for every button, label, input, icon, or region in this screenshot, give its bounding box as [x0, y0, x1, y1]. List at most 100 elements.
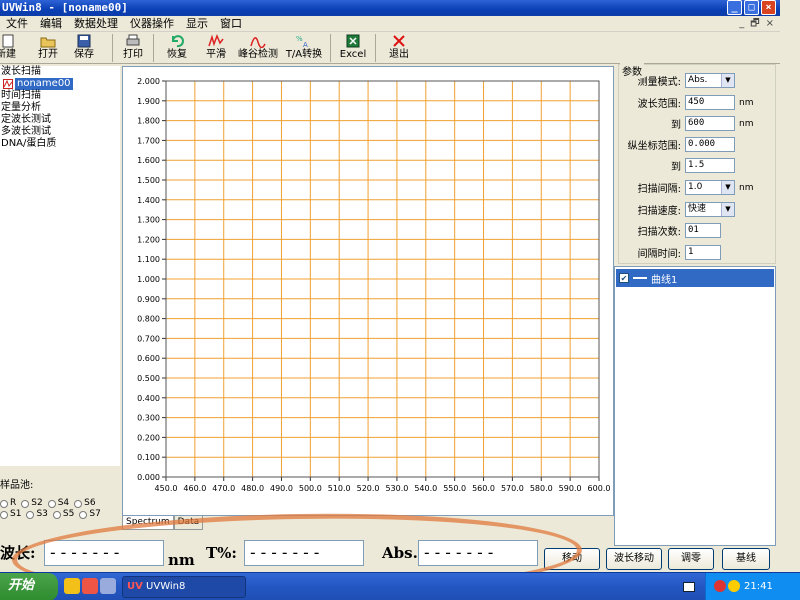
- scan-interval-select[interactable]: 1.0 ▼: [685, 180, 735, 195]
- menu-edit[interactable]: 编辑: [34, 16, 68, 32]
- radio-s1-label: S1: [10, 509, 22, 519]
- tray-network-icon[interactable]: [714, 580, 726, 592]
- close-button[interactable]: ×: [761, 0, 776, 15]
- x-tick-label: 480.0: [241, 484, 264, 493]
- spectrum-chart-panel[interactable]: 450.0 460.0 470.0 480.0 490.0 500.0 510.0 520.0…: [122, 66, 614, 516]
- save-button[interactable]: 保存: [66, 32, 102, 64]
- radio-s1[interactable]: S1: [0, 509, 21, 520]
- print-button[interactable]: 打印: [116, 32, 150, 64]
- wavelength-from-input[interactable]: 450: [685, 95, 735, 110]
- svg-text:A: A: [303, 41, 308, 48]
- y-tick-label: 0.100: [137, 453, 160, 462]
- interval-time-row: 间隔时间: 1: [619, 245, 721, 260]
- wavelength-readout-label: 波长:: [0, 544, 36, 562]
- scan-speed-row: 扫描速度: 快速 ▼: [619, 202, 735, 217]
- ta-convert-button[interactable]: % A T/A转换: [281, 32, 327, 64]
- menu-window[interactable]: 窗口: [214, 16, 248, 32]
- window-controls: _ □ ×: [727, 0, 776, 15]
- convert-icon: % A: [296, 34, 312, 48]
- x-tick-label: 460.0: [183, 484, 206, 493]
- smooth-label: 平滑: [206, 49, 226, 60]
- tray-security-icon[interactable]: [728, 580, 740, 592]
- sample-cell-label: 样品池:: [0, 480, 34, 491]
- x-tick-label: 600.0: [588, 484, 611, 493]
- start-button[interactable]: 开始: [0, 573, 58, 600]
- wavelength-to-row: 到 600 nm: [619, 116, 753, 131]
- excel-icon: [345, 34, 361, 48]
- tab-data[interactable]: Data: [173, 516, 204, 530]
- mdi-close-button[interactable]: ×: [766, 16, 774, 32]
- excel-button[interactable]: Excel: [334, 32, 372, 64]
- quicklaunch-desktop-icon[interactable]: [100, 578, 116, 594]
- tree-item-noname00[interactable]: noname00: [1, 78, 120, 90]
- minimize-button[interactable]: _: [727, 0, 742, 15]
- open-button[interactable]: 打开: [30, 32, 66, 64]
- toolbar-separator: [153, 34, 154, 62]
- y-tick-label: 1.800: [137, 117, 160, 126]
- menu-file[interactable]: 文件: [0, 16, 34, 32]
- printer-icon: [125, 34, 141, 48]
- y-tick-label: 1.700: [137, 136, 160, 145]
- quicklaunch-browser-icon[interactable]: [64, 578, 80, 594]
- tree-selected-label: noname00: [15, 78, 73, 90]
- y-tick-label: 1.500: [137, 176, 160, 185]
- scan-speed-select[interactable]: 快速 ▼: [685, 202, 735, 217]
- curve-checkbox[interactable]: ✔: [619, 273, 629, 283]
- y-tick-label: 2.000: [137, 77, 160, 86]
- scan-count-input[interactable]: 01: [685, 223, 721, 238]
- interval-time-input[interactable]: 1: [685, 245, 721, 260]
- radio-s7[interactable]: S7: [79, 509, 101, 520]
- excel-label: Excel: [339, 49, 367, 60]
- radio-s6[interactable]: S6: [74, 498, 96, 509]
- keyboard-icon[interactable]: [683, 582, 695, 592]
- exit-button[interactable]: 退出: [379, 32, 419, 64]
- radio-s3[interactable]: S3: [26, 509, 48, 520]
- tree-item-quantitative[interactable]: 定量分析: [1, 102, 120, 114]
- tab-spectrum[interactable]: Spectrum: [122, 516, 174, 530]
- curve-color-line: [633, 277, 647, 279]
- y-tick-label: 1.600: [137, 156, 160, 165]
- taskbar-task-uvwin8[interactable]: UV UVWin8: [122, 576, 246, 598]
- tree-item-time-scan[interactable]: 时间扫描: [1, 90, 120, 102]
- wavelength-move-button[interactable]: 波长移动: [606, 548, 662, 570]
- mdi-minimize-button[interactable]: _: [739, 16, 744, 32]
- baseline-button[interactable]: 基线: [722, 548, 770, 570]
- tree-item-fixed-wavelength[interactable]: 定波长测试: [1, 114, 120, 126]
- spectrum-chart[interactable]: 450.0 460.0 470.0 480.0 490.0 500.0 510.0 520.0…: [123, 67, 613, 515]
- curve-list-item[interactable]: ✔ 曲线1: [616, 269, 774, 287]
- maximize-button[interactable]: □: [744, 0, 759, 15]
- radio-s4[interactable]: S4: [47, 498, 70, 509]
- radio-r[interactable]: R: [0, 498, 16, 509]
- y-tick-label: 0.200: [137, 433, 160, 442]
- menu-instrument[interactable]: 仪器操作: [124, 16, 180, 32]
- mdi-controls: _ 🗗 ×: [739, 16, 774, 32]
- menu-display[interactable]: 显示: [180, 16, 214, 32]
- toolbar: 新建 打开 保存 打印 恢复 平滑 峰谷检测 % A T/A转换 Excel 退…: [0, 32, 780, 64]
- move-button[interactable]: 移动: [544, 548, 600, 570]
- radio-s5[interactable]: S5: [52, 509, 74, 520]
- quicklaunch-media-icon[interactable]: [82, 578, 98, 594]
- tree-item-multi-wavelength[interactable]: 多波长测试: [1, 126, 120, 138]
- peak-detect-button[interactable]: 峰谷检测: [235, 32, 281, 64]
- system-tray: 21:41: [705, 573, 800, 600]
- window-title: UVWin8 - [noname00]: [2, 1, 128, 14]
- smooth-button[interactable]: 平滑: [197, 32, 235, 64]
- x-tick-label: 540.0: [414, 484, 437, 493]
- clock: 21:41: [744, 581, 773, 592]
- title-bar[interactable]: UVWin8 - [noname00] _ □ ×: [0, 0, 780, 16]
- y-tick-label: 1.200: [137, 235, 160, 244]
- mdi-restore-button[interactable]: 🗗: [750, 16, 759, 32]
- zero-button[interactable]: 调零: [668, 548, 714, 570]
- tree-item-dna-protein[interactable]: DNA/蛋白质: [1, 138, 120, 150]
- restore-button[interactable]: 恢复: [157, 32, 197, 64]
- mode-select[interactable]: Abs. ▼: [685, 73, 735, 88]
- menu-data-processing[interactable]: 数据处理: [68, 16, 124, 32]
- new-button[interactable]: 新建: [0, 32, 16, 64]
- radio-s2[interactable]: S2: [21, 498, 43, 509]
- y-from-input[interactable]: 0.000: [685, 137, 735, 152]
- tree-root-wavelength-scan[interactable]: 波长扫描: [1, 66, 120, 78]
- peak-detect-icon: [250, 34, 266, 48]
- y-to-input[interactable]: 1.5: [685, 158, 735, 173]
- wavelength-to-input[interactable]: 600: [685, 116, 735, 131]
- radio-s4-label: S4: [57, 498, 70, 508]
